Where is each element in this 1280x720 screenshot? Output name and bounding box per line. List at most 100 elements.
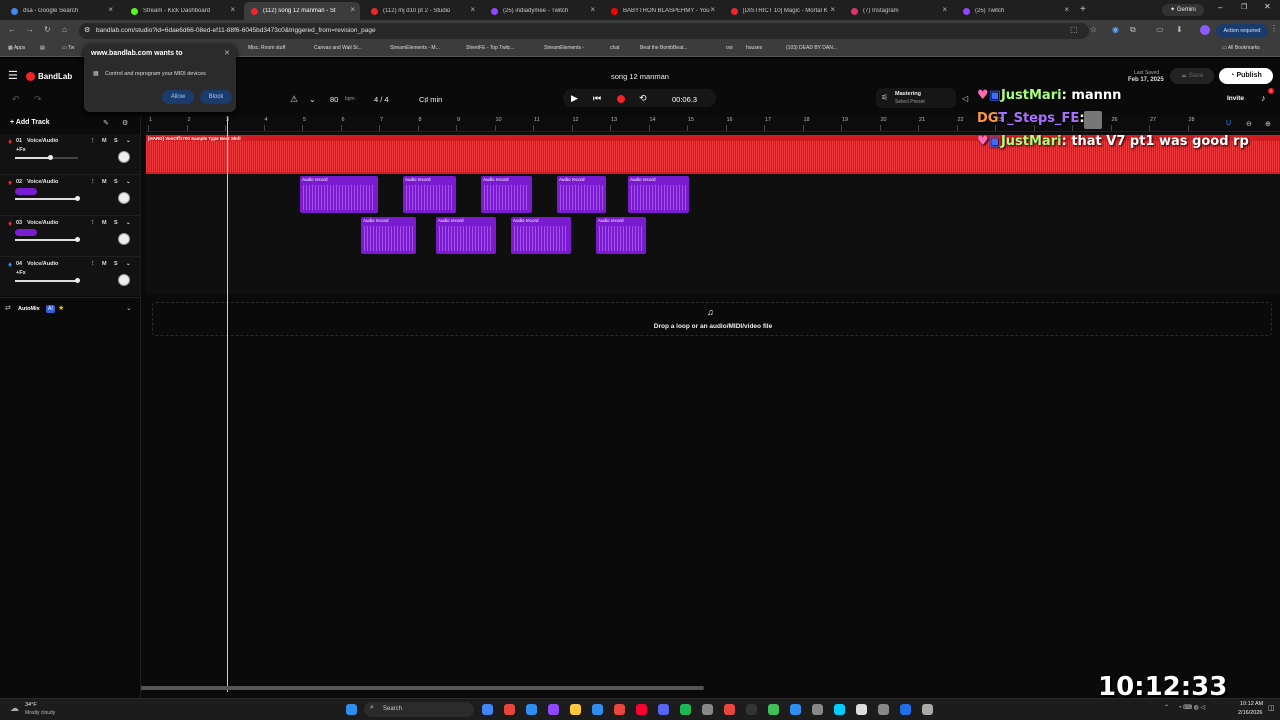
- bookmark-item[interactable]: ooi: [726, 45, 733, 51]
- volume-icon[interactable]: ◁: [962, 94, 968, 103]
- tab-groups-icon[interactable]: ▤: [40, 45, 45, 51]
- extensions-puzzle-icon[interactable]: ⧉: [1130, 25, 1136, 35]
- tool-pencil-icon[interactable]: ✎: [103, 119, 109, 127]
- track-header[interactable]: ♦ Voice/Audio 03 ⋮ M S ⌄: [0, 216, 140, 257]
- bookmark-item[interactable]: (103) DEAD BY DAN...: [786, 45, 837, 51]
- browser-tab[interactable]: (25) Twitch ×: [956, 2, 1074, 20]
- audio-clip[interactable]: Audio record: [628, 176, 689, 213]
- tray-icons[interactable]: ◔ ⌨ ◍ ◁: [1178, 704, 1205, 711]
- minimize-button[interactable]: –: [1218, 3, 1222, 12]
- record-icon[interactable]: [617, 95, 625, 103]
- browser-tab[interactable]: BABYTRON BLASPEHMY - You ×: [604, 2, 720, 20]
- taskbar-app-icon[interactable]: [856, 704, 867, 715]
- taskbar-app-icon[interactable]: [614, 704, 625, 715]
- taskbar-app-icon[interactable]: [812, 704, 823, 715]
- forward-icon[interactable]: →: [26, 25, 34, 34]
- tab-close-icon[interactable]: ×: [830, 5, 835, 14]
- taskbar-date[interactable]: 2/16/2026: [1238, 710, 1262, 716]
- gemini-button[interactable]: ✦ Gemini: [1162, 4, 1204, 16]
- tool-settings-icon[interactable]: ⚙: [122, 119, 128, 127]
- volume-knob[interactable]: [75, 196, 81, 201]
- solo-button[interactable]: S: [114, 220, 118, 226]
- redo-icon[interactable]: ↷: [34, 94, 42, 105]
- taskbar-app-icon[interactable]: [768, 704, 779, 715]
- track-name[interactable]: Voice/Audio: [27, 179, 58, 185]
- taskbar-app-icon[interactable]: [548, 704, 559, 715]
- track-menu-icon[interactable]: ⋮: [90, 179, 96, 185]
- key-selector[interactable]: C♯ min: [419, 95, 442, 104]
- reload-icon[interactable]: ↻: [44, 25, 51, 34]
- track-expand-icon[interactable]: ⌄: [126, 261, 131, 267]
- taskbar-app-icon[interactable]: [636, 704, 647, 715]
- add-track-button[interactable]: + Add Track: [10, 119, 50, 126]
- bookmark-item[interactable]: StreamElements -: [544, 45, 584, 51]
- tab-close-icon[interactable]: ×: [710, 5, 715, 14]
- taskbar-app-icon[interactable]: [570, 704, 581, 715]
- volume-knob[interactable]: [75, 278, 81, 283]
- audio-clip[interactable]: Audio record: [361, 217, 416, 254]
- drop-zone[interactable]: ♫ Drop a loop or an audio/MIDI/video fil…: [152, 302, 1272, 336]
- taskbar-app-icon[interactable]: [878, 704, 889, 715]
- apps-button[interactable]: ▦ Apps: [8, 45, 25, 51]
- taskbar-app-icon[interactable]: [482, 704, 493, 715]
- track-menu-icon[interactable]: ⋮: [90, 261, 96, 267]
- maximize-button[interactable]: ❐: [1241, 3, 1247, 11]
- bookmark-item[interactable]: StreamElements - M...: [390, 45, 440, 51]
- browser-tab[interactable]: (112) mj d10 pt 2 - Studio ×: [364, 2, 480, 20]
- track-name[interactable]: Voice/Audio: [27, 220, 58, 226]
- volume-knob[interactable]: [47, 155, 53, 160]
- solo-button[interactable]: S: [114, 138, 118, 144]
- undo-icon[interactable]: ↶: [12, 94, 20, 105]
- skip-back-icon[interactable]: ⏮: [593, 93, 601, 104]
- bookmark-folder-icon[interactable]: ▭ Tw: [62, 45, 74, 51]
- taskbar-app-icon[interactable]: [746, 704, 757, 715]
- bookmark-item[interactable]: Canvas and Wall St...: [314, 45, 362, 51]
- taskbar-search[interactable]: ⌕ Search: [364, 702, 474, 717]
- tab-close-icon[interactable]: ×: [108, 5, 113, 14]
- close-window-button[interactable]: ✕: [1264, 2, 1271, 11]
- mute-button[interactable]: M: [102, 138, 107, 144]
- browser-tab[interactable]: (112) song 12 manman - St ×: [244, 2, 360, 20]
- browser-tab[interactable]: (25) indiadymee - Twitch ×: [484, 2, 600, 20]
- volume-knob[interactable]: [75, 237, 81, 242]
- bpm-value[interactable]: 80: [330, 95, 338, 104]
- track-menu-icon[interactable]: ⋮: [90, 138, 96, 144]
- horizontal-scrollbar[interactable]: [140, 686, 704, 690]
- menu-kebab-icon[interactable]: ⋮: [1270, 24, 1278, 33]
- tab-close-icon[interactable]: ×: [350, 5, 355, 14]
- taskbar-app-icon[interactable]: [504, 704, 515, 715]
- publish-button[interactable]: ◔ Publish: [1219, 68, 1273, 84]
- audio-clip[interactable]: Audio record: [300, 176, 378, 213]
- add-fx-button[interactable]: +Fx: [16, 270, 26, 276]
- taskbar-app-icon[interactable]: [658, 704, 669, 715]
- weather-desc[interactable]: Mostly cloudy: [25, 710, 55, 716]
- solo-button[interactable]: S: [114, 179, 118, 185]
- tab-close-icon[interactable]: ×: [590, 5, 595, 14]
- loop-icon[interactable]: ⟲: [639, 93, 647, 104]
- mute-button[interactable]: M: [102, 261, 107, 267]
- close-icon[interactable]: ✕: [224, 49, 230, 57]
- track-header[interactable]: ♦ Voice/Audio 04 ⋮ M S ⌄ +Fx: [0, 257, 140, 298]
- bookmark-item[interactable]: chat: [610, 45, 619, 51]
- bookmark-item[interactable]: houses: [746, 45, 762, 51]
- pan-knob[interactable]: [118, 233, 130, 245]
- mute-button[interactable]: M: [102, 220, 107, 226]
- bookmark-item[interactable]: SheetFE - Top Twitc...: [466, 45, 515, 51]
- browser-tab[interactable]: [DISTRICT 10] Magic - Mortal K ×: [724, 2, 840, 20]
- download-icon[interactable]: ⬇: [1176, 25, 1183, 34]
- tab-close-icon[interactable]: ×: [1064, 5, 1069, 14]
- install-icon[interactable]: ⬚: [1070, 25, 1078, 34]
- automix-row[interactable]: ⇄ AutoMix AI ★ ⌄: [0, 302, 140, 316]
- track-expand-icon[interactable]: ⌄: [126, 220, 131, 226]
- audio-clip[interactable]: Audio record: [481, 176, 532, 213]
- action-required-button[interactable]: Action required: [1216, 24, 1268, 38]
- bookmark-star-icon[interactable]: ☆: [1090, 25, 1097, 34]
- taskbar-app-icon[interactable]: [680, 704, 691, 715]
- audio-clip[interactable]: Audio record: [403, 176, 456, 213]
- new-tab-button[interactable]: +: [1080, 4, 1086, 15]
- audio-clip[interactable]: Audio record: [511, 217, 571, 254]
- playhead[interactable]: [227, 116, 228, 692]
- extension-icon[interactable]: ◉: [1112, 25, 1119, 34]
- track-expand-icon[interactable]: ⌄: [126, 138, 131, 144]
- pan-knob[interactable]: [118, 192, 130, 204]
